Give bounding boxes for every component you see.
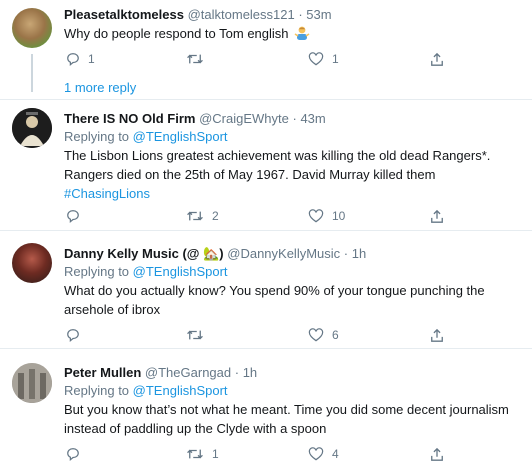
tweet[interactable]: There IS NO Old Firm @CraigEWhyte · 43m … — [0, 100, 532, 231]
tweet-text: The Lisbon Lions greatest achievement wa… — [64, 148, 491, 182]
replying-to: Replying to @TEnglishSport — [64, 128, 524, 146]
share-icon — [431, 209, 443, 223]
tweet-text: Why do people respond to Tom english — [64, 26, 289, 41]
like-button[interactable]: 1 — [308, 50, 339, 68]
retweet-button[interactable]: 1 — [186, 445, 219, 463]
like-button[interactable]: 6 — [308, 326, 339, 344]
timestamp[interactable]: · 53m — [298, 7, 331, 22]
like-count: 10 — [332, 209, 346, 223]
user-handle[interactable]: @TheGarngad — [145, 365, 231, 380]
timestamp[interactable]: · 1h — [344, 246, 366, 261]
display-name[interactable]: There IS NO Old Firm — [64, 111, 195, 126]
tweet-header: There IS NO Old Firm @CraigEWhyte · 43m — [64, 110, 524, 128]
more-replies-link[interactable]: 1 more reply — [64, 80, 136, 95]
retweet-icon — [187, 54, 203, 64]
thread-line — [31, 54, 33, 92]
replying-to-link[interactable]: @TEnglishSport — [133, 264, 228, 279]
share-icon — [431, 447, 443, 461]
reply-button[interactable]: 1 — [66, 50, 95, 68]
like-button[interactable]: 10 — [308, 207, 345, 225]
replying-to-link[interactable]: @TEnglishSport — [133, 383, 228, 398]
avatar-image — [12, 108, 52, 148]
share-button[interactable] — [430, 207, 444, 225]
retweet-icon — [187, 330, 203, 340]
retweet-icon — [187, 449, 203, 459]
reply-icon — [67, 329, 79, 342]
reply-button[interactable] — [66, 326, 88, 344]
share-icon — [431, 328, 443, 342]
timestamp[interactable]: · 1h — [235, 365, 257, 380]
tweet-text: But you know that’s not what he meant. T… — [64, 402, 509, 436]
tweet-header: Peter Mullen @TheGarngad · 1h — [64, 364, 524, 382]
retweet-icon — [187, 211, 203, 221]
retweet-button[interactable]: 2 — [186, 207, 219, 225]
like-button[interactable]: 4 — [308, 445, 339, 463]
heart-icon — [308, 52, 324, 66]
tweet[interactable]: Pleasetalktomeless @talktomeless121 · 53… — [0, 0, 532, 100]
retweet-count: 1 — [212, 447, 219, 461]
avatar[interactable] — [12, 108, 52, 148]
share-icon — [431, 52, 443, 66]
replying-to: Replying to @TEnglishSport — [64, 382, 524, 400]
avatar[interactable] — [12, 8, 52, 48]
heart-icon — [308, 328, 324, 342]
tweet[interactable]: Danny Kelly Music (@ 🏡) @DannyKellyMusic… — [0, 231, 532, 349]
display-name[interactable]: Danny Kelly Music (@ 🏡) — [64, 246, 224, 261]
reply-button[interactable] — [66, 207, 88, 225]
user-handle[interactable]: @talktomeless121 — [188, 7, 295, 22]
heart-icon — [308, 447, 324, 461]
hashtag-link[interactable]: #ChasingLions — [64, 184, 524, 203]
like-count: 6 — [332, 328, 339, 342]
retweet-button[interactable] — [186, 326, 212, 344]
avatar[interactable] — [12, 243, 52, 283]
replying-to-link[interactable]: @TEnglishSport — [133, 129, 228, 144]
display-name[interactable]: Peter Mullen — [64, 365, 141, 380]
user-handle[interactable]: @CraigEWhyte — [199, 111, 289, 126]
reply-button[interactable] — [66, 445, 88, 463]
share-button[interactable] — [430, 326, 444, 344]
replying-to: Replying to @TEnglishSport — [64, 263, 524, 281]
tweet-header: Danny Kelly Music (@ 🏡) @DannyKellyMusic… — [64, 245, 524, 263]
avatar[interactable] — [12, 363, 52, 403]
tweet-text-wrap: Why do people respond to Tom english — [64, 24, 524, 46]
share-button[interactable] — [430, 445, 444, 463]
timestamp[interactable]: · 43m — [293, 111, 326, 126]
retweet-button[interactable] — [186, 50, 212, 68]
tweet-header: Pleasetalktomeless @talktomeless121 · 53… — [64, 6, 524, 24]
man-shrugging-emoji — [294, 25, 310, 46]
replying-label: Replying to — [64, 264, 130, 279]
like-count: 1 — [332, 52, 339, 66]
reply-icon — [67, 210, 79, 223]
tweet-text: What do you actually know? You spend 90%… — [64, 283, 485, 317]
display-name[interactable]: Pleasetalktomeless — [64, 7, 184, 22]
retweet-count: 2 — [212, 209, 219, 223]
reply-icon — [67, 448, 79, 461]
reply-icon — [67, 53, 79, 66]
replying-label: Replying to — [64, 129, 130, 144]
share-button[interactable] — [430, 50, 444, 68]
tweet[interactable]: Peter Mullen @TheGarngad · 1h Replying t… — [0, 349, 532, 468]
replying-label: Replying to — [64, 383, 130, 398]
like-count: 4 — [332, 447, 339, 461]
reply-count: 1 — [88, 52, 95, 66]
user-handle[interactable]: @DannyKellyMusic — [227, 246, 340, 261]
avatar-image — [12, 363, 52, 403]
heart-icon — [308, 209, 324, 223]
